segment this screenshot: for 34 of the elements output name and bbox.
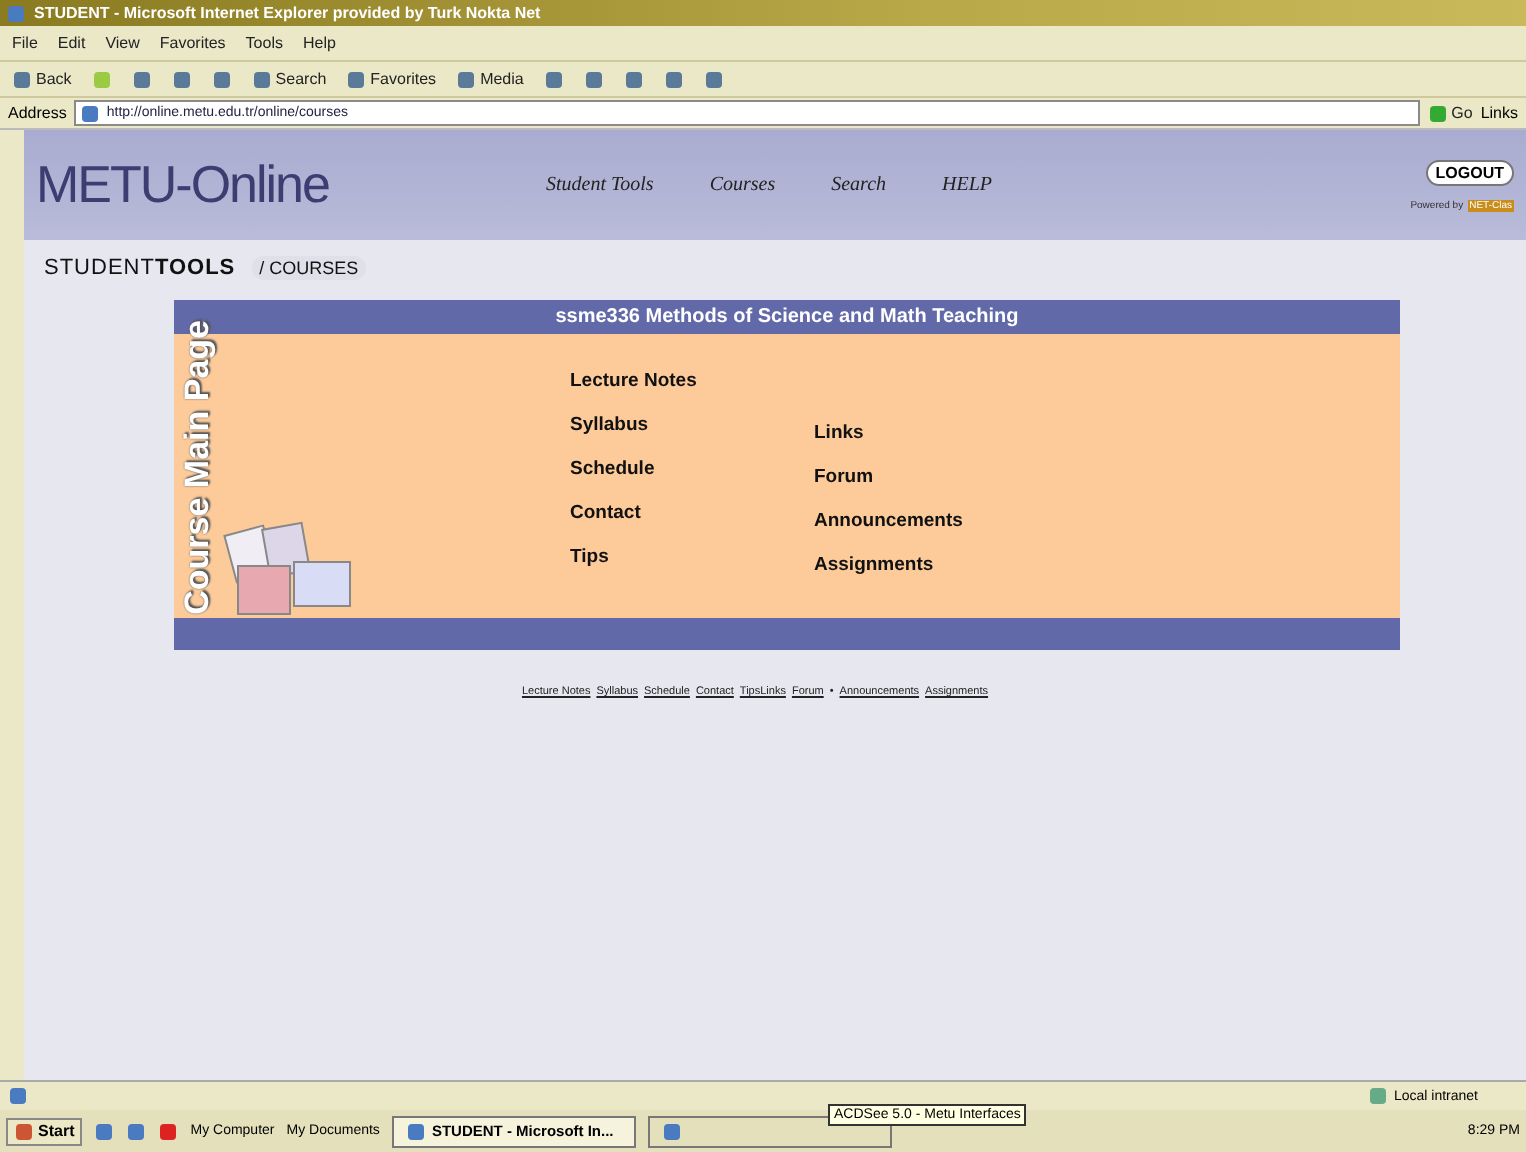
toolbar-button[interactable]: Favorites <box>346 69 437 89</box>
course-link[interactable]: Forum <box>814 462 1054 492</box>
start-button[interactable]: Start <box>6 1117 83 1145</box>
breadcrumb-current: / COURSES <box>251 256 367 280</box>
nav-link[interactable]: Student Tools <box>546 174 654 196</box>
taskbar-task[interactable] <box>647 1115 892 1147</box>
menu-item[interactable]: View <box>105 34 140 52</box>
course-link[interactable]: Syllabus <box>570 410 814 440</box>
breadcrumb-link[interactable]: STUDENTTOOLS <box>44 256 236 280</box>
course-link[interactable]: Contact <box>570 498 814 528</box>
menu-item[interactable]: File <box>12 34 38 52</box>
nav-link[interactable]: Search <box>831 174 887 196</box>
menu-item[interactable]: Tools <box>245 34 283 52</box>
nav-link[interactable]: HELP <box>942 174 993 196</box>
course-link[interactable]: Lecture Notes <box>570 366 814 396</box>
links-label[interactable]: Links <box>1480 104 1518 122</box>
toolbar-button[interactable]: Media <box>456 69 524 89</box>
go-button[interactable]: Go <box>1427 103 1473 123</box>
course-link[interactable]: Tips <box>570 542 814 572</box>
course-link[interactable]: Links <box>814 418 1054 448</box>
menu-item[interactable]: Edit <box>57 34 86 52</box>
address-label: Address <box>8 104 67 122</box>
menu-item[interactable]: Favorites <box>159 34 226 52</box>
logout-button[interactable]: LOGOUT <box>1425 159 1514 185</box>
menu-item[interactable]: Help <box>302 34 336 52</box>
course-link[interactable]: Assignments <box>814 550 1054 580</box>
toolbar-button[interactable]: Search <box>251 69 327 89</box>
course-main-page-label: Course Main Page <box>176 319 218 614</box>
nav-link[interactable]: Courses <box>709 174 776 196</box>
site-logo: METU-Online <box>36 154 331 216</box>
toolbar-button[interactable]: Back <box>12 69 72 89</box>
course-link[interactable]: Announcements <box>814 506 1054 536</box>
course-link[interactable]: Schedule <box>570 454 814 484</box>
window-title: STUDENT - Microsoft Internet Explorer provided by Turk Nokta Net <box>34 4 541 22</box>
